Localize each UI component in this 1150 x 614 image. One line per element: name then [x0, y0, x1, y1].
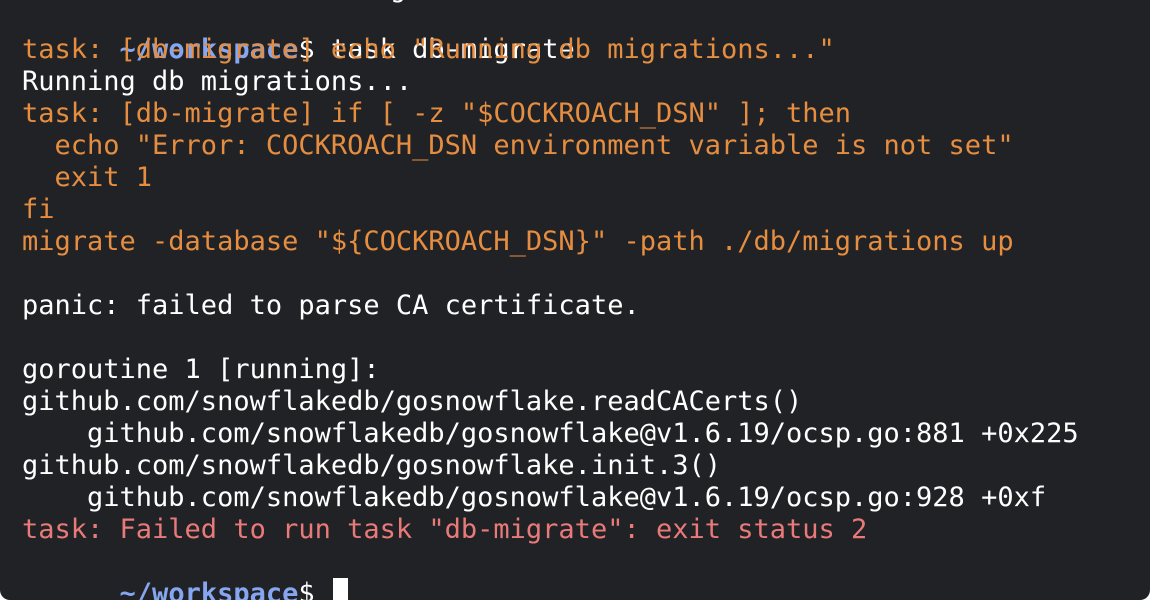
- terminal-output: ~/workspace$ task db-migrate task: [db-m…: [22, 2, 1150, 600]
- output-line-text: Running db migrations...: [22, 66, 413, 97]
- output-line: task: [db-migrate] echo "Running db migr…: [22, 34, 1150, 66]
- output-line-text: goroutine 1 [running]:: [22, 354, 380, 385]
- output-line-text: panic: failed to parse CA certificate.: [22, 290, 640, 321]
- command-line: ~/workspace$ task db-migrate: [22, 2, 1150, 65]
- output-line-text: fi: [22, 194, 55, 225]
- terminal-window[interactable]: g ~/workspace$ task db-migrate task: [db…: [0, 0, 1150, 600]
- output-line: github.com/snowflakedb/gosnowflake.readC…: [22, 386, 1150, 418]
- output-line-text: exit 1: [22, 162, 153, 193]
- output-line: github.com/snowflakedb/gosnowflake@v1.6.…: [22, 482, 1150, 514]
- output-line-text: github.com/snowflakedb/gosnowflake.readC…: [22, 386, 803, 417]
- output-line: panic: failed to parse CA certificate.: [22, 290, 1150, 322]
- output-line-text: task: Failed to run task "db-migrate": e…: [22, 514, 868, 545]
- output-line: goroutine 1 [running]:: [22, 354, 1150, 386]
- active-prompt-line[interactable]: ~/workspace$: [22, 546, 1150, 600]
- block-cursor: [332, 578, 348, 600]
- prompt-sign: $: [298, 578, 315, 600]
- output-line: task: Failed to run task "db-migrate": e…: [22, 514, 1150, 546]
- output-line-text: task: [db-migrate] if [ -z "$COCKROACH_D…: [22, 98, 852, 129]
- output-line: github.com/snowflakedb/gosnowflake.init.…: [22, 450, 1150, 482]
- output-line-text: github.com/snowflakedb/gosnowflake.init.…: [22, 450, 721, 481]
- output-line: github.com/snowflakedb/gosnowflake@v1.6.…: [22, 418, 1150, 450]
- output-line: migrate -database "${COCKROACH_DSN}" -pa…: [22, 226, 1150, 258]
- output-line-text: echo "Error: COCKROACH_DSN environment v…: [22, 130, 1014, 161]
- output-line-text: task: [db-migrate] echo "Running db migr…: [22, 34, 835, 65]
- output-line: echo "Error: COCKROACH_DSN environment v…: [22, 130, 1150, 162]
- output-line-text: migrate -database "${COCKROACH_DSN}" -pa…: [22, 226, 1014, 257]
- output-line-text: github.com/snowflakedb/gosnowflake@v1.6.…: [22, 418, 1079, 449]
- output-line: Running db migrations...: [22, 66, 1150, 98]
- output-line: exit 1: [22, 162, 1150, 194]
- output-line-text: github.com/snowflakedb/gosnowflake@v1.6.…: [22, 482, 1047, 513]
- prompt-path: ~/workspace: [119, 578, 299, 600]
- output-line: task: [db-migrate] if [ -z "$COCKROACH_D…: [22, 98, 1150, 130]
- output-line: fi: [22, 194, 1150, 226]
